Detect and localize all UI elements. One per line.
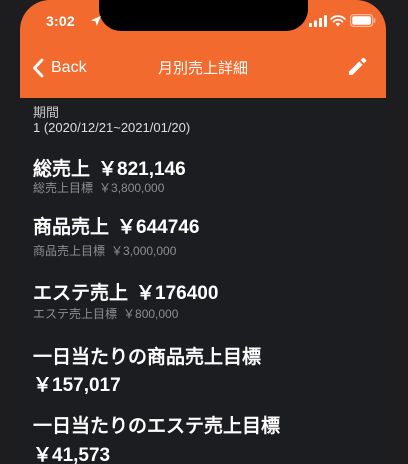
period-value: 1 (2020/12/21~2021/01/20)	[33, 120, 191, 135]
product-sales-label: 商品売上	[33, 216, 110, 238]
daily-product-target-label: 一日当たりの商品売上目標	[33, 346, 262, 368]
product-sales-amount: ￥644746	[117, 217, 200, 238]
battery-icon	[350, 14, 376, 27]
esthe-sales-target-label: エステ売上目標	[33, 307, 118, 321]
esthe-sales-amount: ￥176400	[136, 283, 219, 304]
page-title: 月別売上詳細	[157, 59, 248, 77]
nav-header: 3:02 Back 月別売上詳細	[20, 0, 386, 98]
period-label: 期間	[33, 106, 60, 121]
product-sales-row: 商品売上 ￥644746	[33, 212, 199, 239]
daily-esthe-target-amount: ￥41,573	[33, 445, 111, 464]
daily-esthe-target-label: 一日当たりのエステ売上目標	[33, 415, 281, 437]
product-sales-target-amount: ￥3,000,000	[111, 244, 177, 258]
esthe-sales-target-row: エステ売上目標 ￥800,000	[33, 305, 178, 322]
total-sales-target-row: 総売上目標 ￥3,800,000	[33, 179, 164, 196]
product-sales-target-row: 商品売上目標 ￥3,000,000	[33, 242, 176, 259]
total-sales-amount: ￥821,146	[98, 159, 186, 180]
wifi-icon	[330, 15, 346, 27]
total-sales-target-amount: ￥3,800,000	[99, 181, 165, 195]
total-sales-label: 総売上	[33, 158, 91, 180]
phone-frame: 3:02 Back 月別売上詳細 期間 1 (2020/12/21~2021/0…	[20, 0, 386, 464]
edit-pencil-icon[interactable]	[346, 56, 368, 78]
chevron-left-icon	[33, 58, 44, 78]
product-sales-target-label: 商品売上目標	[33, 244, 106, 258]
daily-product-target-amount: ￥157,017	[33, 375, 121, 396]
esthe-sales-target-amount: ￥800,000	[123, 307, 179, 321]
screen: 3:02 Back 月別売上詳細 期間 1 (2020/12/21~2021/0…	[0, 0, 408, 464]
total-sales-row: 総売上 ￥821,146	[33, 154, 186, 181]
esthe-sales-label: エステ売上	[33, 282, 129, 304]
location-arrow-icon	[91, 16, 101, 26]
cellular-signal-icon	[309, 15, 327, 27]
back-button[interactable]: Back	[32, 54, 87, 82]
back-label: Back	[51, 59, 87, 76]
esthe-sales-row: エステ売上 ￥176400	[33, 278, 218, 305]
device-notch	[99, 0, 308, 31]
total-sales-target-label: 総売上目標	[33, 181, 94, 195]
status-time: 3:02	[46, 13, 75, 29]
